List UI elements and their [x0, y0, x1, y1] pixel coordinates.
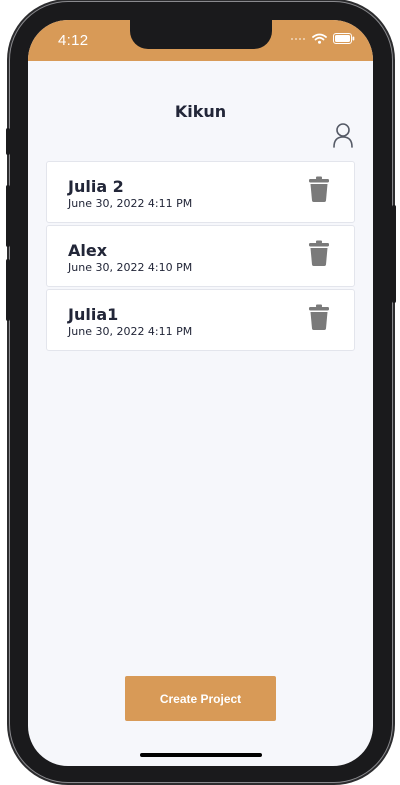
volume-down-button — [6, 259, 10, 321]
profile-button[interactable] — [332, 122, 354, 148]
person-icon — [333, 123, 353, 148]
delete-button[interactable] — [308, 240, 330, 266]
trash-icon — [309, 176, 329, 202]
delete-button[interactable] — [308, 304, 330, 330]
wifi-icon — [312, 33, 327, 44]
project-date: June 30, 2022 4:10 PM — [68, 261, 193, 274]
status-icons — [290, 33, 355, 44]
trash-icon — [309, 304, 329, 330]
project-date: June 30, 2022 4:11 PM — [68, 325, 193, 338]
list-item[interactable]: Alex June 30, 2022 4:10 PM — [46, 225, 355, 287]
status-time: 4:12 — [58, 32, 89, 49]
home-indicator[interactable] — [140, 753, 262, 757]
project-name: Alex — [68, 241, 108, 260]
page-title: Kikun — [174, 102, 227, 121]
project-name: Julia 2 — [68, 177, 124, 196]
app-screen: 4:12 Kikun Julia 2 June 30, 2022 4:11 PM… — [28, 20, 373, 766]
create-project-button[interactable]: Create Project — [125, 676, 276, 721]
project-date: June 30, 2022 4:11 PM — [68, 197, 193, 210]
trash-icon — [309, 240, 329, 266]
status-bar: 4:12 — [28, 20, 373, 61]
volume-up-button — [6, 185, 10, 247]
project-name: Julia1 — [68, 305, 119, 324]
power-button — [392, 205, 396, 303]
battery-icon — [333, 33, 355, 44]
list-item[interactable]: Julia 2 June 30, 2022 4:11 PM — [46, 161, 355, 223]
list-item[interactable]: Julia1 June 30, 2022 4:11 PM — [46, 289, 355, 351]
project-list: Julia 2 June 30, 2022 4:11 PM Alex June … — [46, 161, 355, 353]
notch — [130, 20, 272, 49]
signal-dots-icon — [291, 37, 305, 40]
mute-switch — [6, 128, 10, 155]
delete-button[interactable] — [308, 176, 330, 202]
